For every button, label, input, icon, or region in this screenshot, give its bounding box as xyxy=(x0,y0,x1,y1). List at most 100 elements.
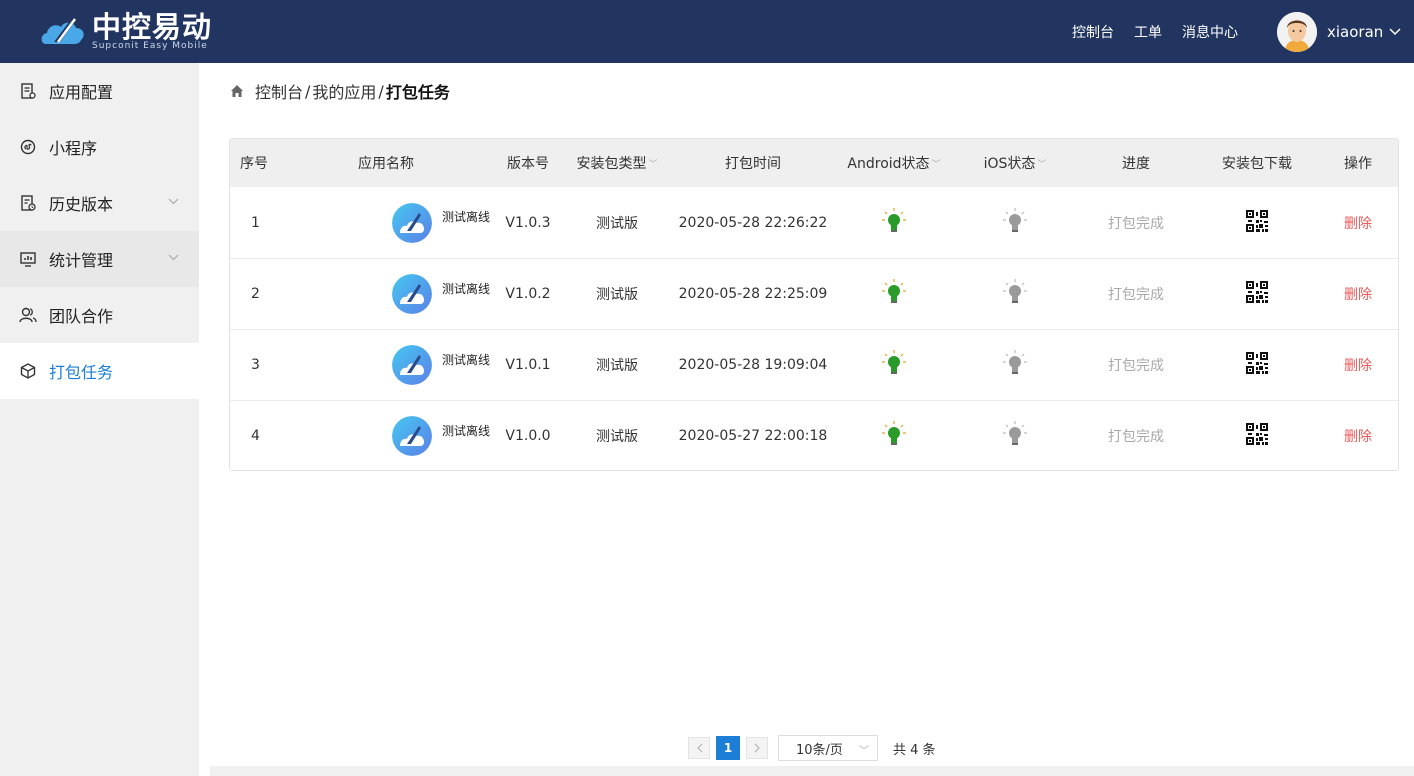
cell-no: 4 xyxy=(251,428,260,444)
chevron-down-icon: ﹀ xyxy=(648,159,658,170)
nav-tickets[interactable]: 工单 xyxy=(1134,22,1162,42)
home-icon[interactable] xyxy=(229,83,245,99)
cell-download xyxy=(1196,259,1318,329)
cell-android-status xyxy=(834,330,954,400)
cell-ios-status xyxy=(954,330,1076,400)
cell-action: 删除 xyxy=(1318,259,1398,329)
cell-action: 删除 xyxy=(1318,330,1398,400)
cell-download xyxy=(1196,187,1318,258)
cell-progress: 打包完成 xyxy=(1108,358,1164,374)
chevron-left-icon xyxy=(696,743,702,753)
sidebar-item-statistics[interactable]: 统计管理 xyxy=(0,231,199,287)
sidebar-item-package[interactable]: 打包任务 xyxy=(0,343,199,399)
cell-version: V1.0.0 xyxy=(505,428,551,444)
package-icon xyxy=(19,362,37,380)
top-nav: 控制台 工单 消息中心 xyxy=(1072,0,1238,63)
history-icon xyxy=(19,194,37,212)
cell-time: 2020-05-27 22:00:18 xyxy=(678,428,828,444)
breadcrumb-separator: / xyxy=(378,81,384,101)
cell-package-type: 测试版 xyxy=(596,287,638,303)
package-task-table: 序号 应用名称 版本号 安装包类型 ﹀ 打包时间 Android状态 ﹀ iOS状态… xyxy=(229,138,1399,471)
col-header-action: 操作 xyxy=(1344,156,1372,172)
col-header-time: 打包时间 xyxy=(725,156,781,172)
top-header: 中控易动 Supconit Easy Mobile 控制台 工单 消息中心 xi… xyxy=(0,0,1414,63)
chevron-down-icon xyxy=(1389,25,1401,39)
cell-app: 测试离线 xyxy=(278,401,494,470)
app-name: 测试离线 xyxy=(442,210,491,224)
col-header-label: iOS状态 xyxy=(983,156,1036,172)
col-header-label: 安装包类型 xyxy=(576,156,647,172)
sidebar-item-mini-program[interactable]: 小程序 xyxy=(0,119,199,175)
android-status-bulb-icon xyxy=(881,349,907,381)
cell-download xyxy=(1196,401,1318,470)
cell-android-status xyxy=(834,259,954,329)
total-count: 共 4 条 xyxy=(893,742,936,758)
qr-code-icon[interactable] xyxy=(1246,423,1268,449)
mini-program-icon xyxy=(19,138,37,156)
cell-progress: 打包完成 xyxy=(1108,215,1164,232)
user-menu[interactable]: xiaoran xyxy=(1277,12,1401,52)
col-header-progress: 进度 xyxy=(1122,156,1150,172)
sidebar-item-label: 统计管理 xyxy=(49,251,114,270)
cell-time: 2020-05-28 22:26:22 xyxy=(678,214,828,231)
table-row: 3 测试离线 V1.0.1 测试版 2020-05-28 19:09:04 打包… xyxy=(230,329,1398,400)
sidebar-item-history[interactable]: 历史版本 xyxy=(0,175,199,231)
sidebar-item-label: 历史版本 xyxy=(49,195,114,214)
table-header: 序号 应用名称 版本号 安装包类型 ﹀ 打包时间 Android状态 ﹀ iOS状态… xyxy=(230,139,1398,187)
delete-button[interactable]: 删除 xyxy=(1344,355,1372,375)
chevron-down-icon: ﹀ xyxy=(1037,159,1047,170)
chevron-down-icon xyxy=(168,251,179,264)
sidebar-item-team[interactable]: 团队合作 xyxy=(0,287,199,343)
cell-android-status xyxy=(834,187,954,258)
app-config-icon xyxy=(19,82,37,100)
cell-package-type: 测试版 xyxy=(596,429,638,445)
sidebar-item-label: 团队合作 xyxy=(49,307,114,326)
page-number-1[interactable]: 1 xyxy=(716,736,740,760)
prev-page-button[interactable] xyxy=(688,737,710,759)
qr-code-icon[interactable] xyxy=(1246,209,1268,236)
android-status-bulb-icon xyxy=(881,278,907,310)
brand-logo[interactable]: 中控易动 Supconit Easy Mobile xyxy=(40,8,212,54)
cell-no: 1 xyxy=(251,214,260,231)
cell-app: 测试离线 xyxy=(278,330,494,400)
cell-package-type: 测试版 xyxy=(596,215,638,232)
nav-console[interactable]: 控制台 xyxy=(1072,22,1114,42)
next-page-button[interactable] xyxy=(746,737,768,759)
nav-messages[interactable]: 消息中心 xyxy=(1182,22,1238,42)
cell-time: 2020-05-28 22:25:09 xyxy=(678,286,828,302)
breadcrumb-my-apps[interactable]: 我的应用 xyxy=(312,79,376,103)
cell-version: V1.0.3 xyxy=(505,214,551,231)
table-body: 1 测试离线 V1.0.3 测试版 2020-05-28 22:26:22 打包… xyxy=(230,187,1398,470)
footer xyxy=(210,766,1414,776)
cell-ios-status xyxy=(954,187,1076,258)
delete-button[interactable]: 删除 xyxy=(1344,213,1372,233)
statistics-icon xyxy=(19,250,37,268)
cell-version: V1.0.2 xyxy=(505,286,551,302)
breadcrumb-separator: / xyxy=(305,81,311,101)
delete-button[interactable]: 删除 xyxy=(1344,426,1372,446)
col-header-android[interactable]: Android状态 ﹀ xyxy=(834,139,954,187)
col-header-ios[interactable]: iOS状态 ﹀ xyxy=(954,139,1076,187)
qr-code-icon[interactable] xyxy=(1246,281,1268,307)
sidebar: 应用配置 小程序 历史版本 统计管理 团队合作 打包任务 xyxy=(0,63,199,776)
cell-package-type: 测试版 xyxy=(596,358,638,374)
cell-version: V1.0.1 xyxy=(505,357,551,373)
sidebar-item-label: 应用配置 xyxy=(49,83,114,102)
app-name: 测试离线 xyxy=(442,281,491,296)
chevron-down-icon: ﹀ xyxy=(931,159,941,170)
sidebar-item-label: 小程序 xyxy=(49,139,98,158)
brand-name: 中控易动 xyxy=(92,9,213,44)
page-size-value: 10条/页 xyxy=(796,742,843,758)
col-header-download: 安装包下载 xyxy=(1222,156,1292,172)
col-header-package-type[interactable]: 安装包类型 ﹀ xyxy=(562,139,672,187)
delete-button[interactable]: 删除 xyxy=(1344,284,1372,304)
page-size-select[interactable]: 10条/页 ﹀ xyxy=(778,735,878,761)
cell-ios-status xyxy=(954,401,1076,470)
cell-app: 测试离线 xyxy=(278,259,494,329)
ios-status-bulb-icon xyxy=(1002,278,1028,310)
chevron-down-icon: ﹀ xyxy=(859,746,869,757)
cell-android-status xyxy=(834,401,954,470)
qr-code-icon[interactable] xyxy=(1246,352,1268,378)
breadcrumb-console[interactable]: 控制台 xyxy=(255,79,303,103)
sidebar-item-app-config[interactable]: 应用配置 xyxy=(0,63,199,119)
